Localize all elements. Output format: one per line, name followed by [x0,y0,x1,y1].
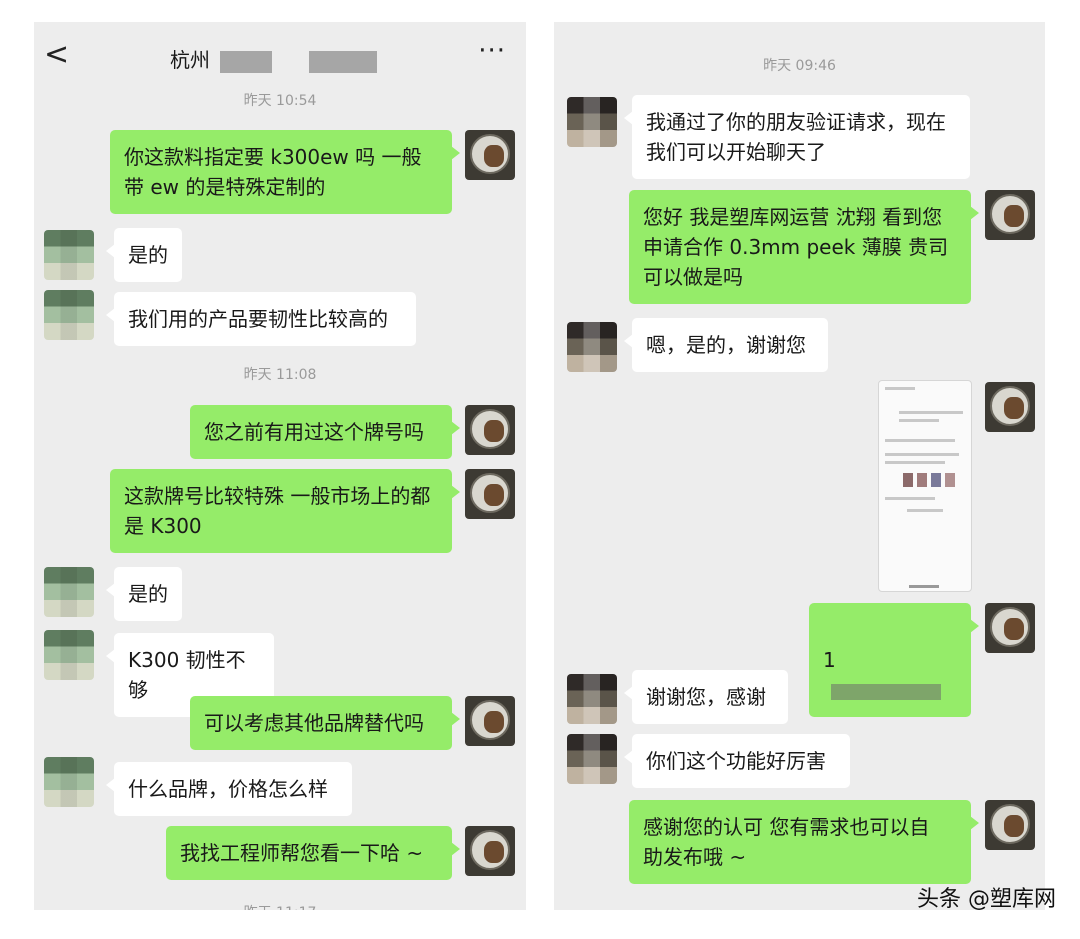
contact-avatar[interactable] [44,567,94,617]
contact-avatar[interactable] [44,630,94,680]
message-bubble-sent[interactable]: 我找工程师帮您看一下哈 ~ [166,826,460,880]
my-avatar[interactable] [985,382,1035,432]
message-bubble-sent[interactable]: 你这款料指定要 k300ew 吗 一般 带 ew 的是特殊定制的 [110,130,460,214]
timestamp: 昨天 11:17 [34,902,526,910]
timestamp: 昨天 10:54 [243,93,317,109]
my-avatar[interactable] [465,826,515,876]
contact-avatar[interactable] [44,290,94,340]
contact-avatar[interactable] [44,230,94,280]
message-bubble-received[interactable]: 你们这个功能好厉害 [624,734,850,788]
chat-title-text: 杭州 [170,48,210,72]
message-bubble-received[interactable]: 我们用的产品要韧性比较高的 [106,292,416,346]
blurred-name [308,50,377,73]
message-bubble-received[interactable]: 我通过了你的朋友验证请求，现在 我们可以开始聊天了 [624,95,970,179]
watermark: 头条 @塑库网 [917,887,1056,912]
my-avatar[interactable] [985,190,1035,240]
message-bubble-received[interactable]: 嗯，是的，谢谢您 [624,318,828,372]
blurred-name [220,50,273,73]
timestamp: 昨天 09:46 [763,58,836,74]
message-bubble-sent[interactable]: 您之前有用过这个牌号吗 [190,405,460,459]
blurred-text [831,683,941,700]
my-avatar[interactable] [985,800,1035,850]
timestamp: 昨天 11:08 [243,367,317,383]
chat-header: < 杭州 ··· [34,22,526,90]
my-avatar[interactable] [465,696,515,746]
back-arrow-icon[interactable]: < [44,40,69,70]
contact-avatar[interactable] [567,322,617,372]
contact-avatar[interactable] [44,757,94,807]
contact-avatar[interactable] [567,97,617,147]
message-bubble-sent[interactable]: 感谢您的认可 您有需求也可以自 助发布哦 ~ [629,800,979,884]
contact-avatar[interactable] [567,674,617,724]
screenshot-image-message[interactable] [878,380,972,592]
chat-title: 杭州 [170,44,377,73]
contact-avatar[interactable] [567,734,617,784]
more-options-icon[interactable]: ··· [478,36,506,66]
my-avatar[interactable] [465,405,515,455]
message-bubble-received[interactable]: 什么品牌，价格怎么样 [106,762,352,816]
my-avatar[interactable] [985,603,1035,653]
message-bubble-received[interactable]: 是的 [106,567,182,621]
my-avatar[interactable] [465,469,515,519]
message-bubble-sent[interactable]: 这款牌号比较特殊 一般市场上的都 是 K300 [110,469,460,553]
message-bubble-received[interactable]: 谢谢您，感谢 [624,670,788,724]
message-bubble-sent[interactable]: 您好 我是塑库网运营 沈翔 看到您 申请合作 0.3mm peek 薄膜 贵司 … [629,190,979,304]
message-bubble-sent[interactable]: 1 [809,603,979,717]
message-bubble-sent[interactable]: 可以考虑其他品牌替代吗 [190,696,460,750]
chat-window-left: < 杭州 ··· 昨天 10:54 你这款料指定要 k300ew 吗 一般 带 … [34,22,526,910]
message-bubble-received[interactable]: 是的 [106,228,182,282]
message-text: 1 [823,648,836,672]
my-avatar[interactable] [465,130,515,180]
